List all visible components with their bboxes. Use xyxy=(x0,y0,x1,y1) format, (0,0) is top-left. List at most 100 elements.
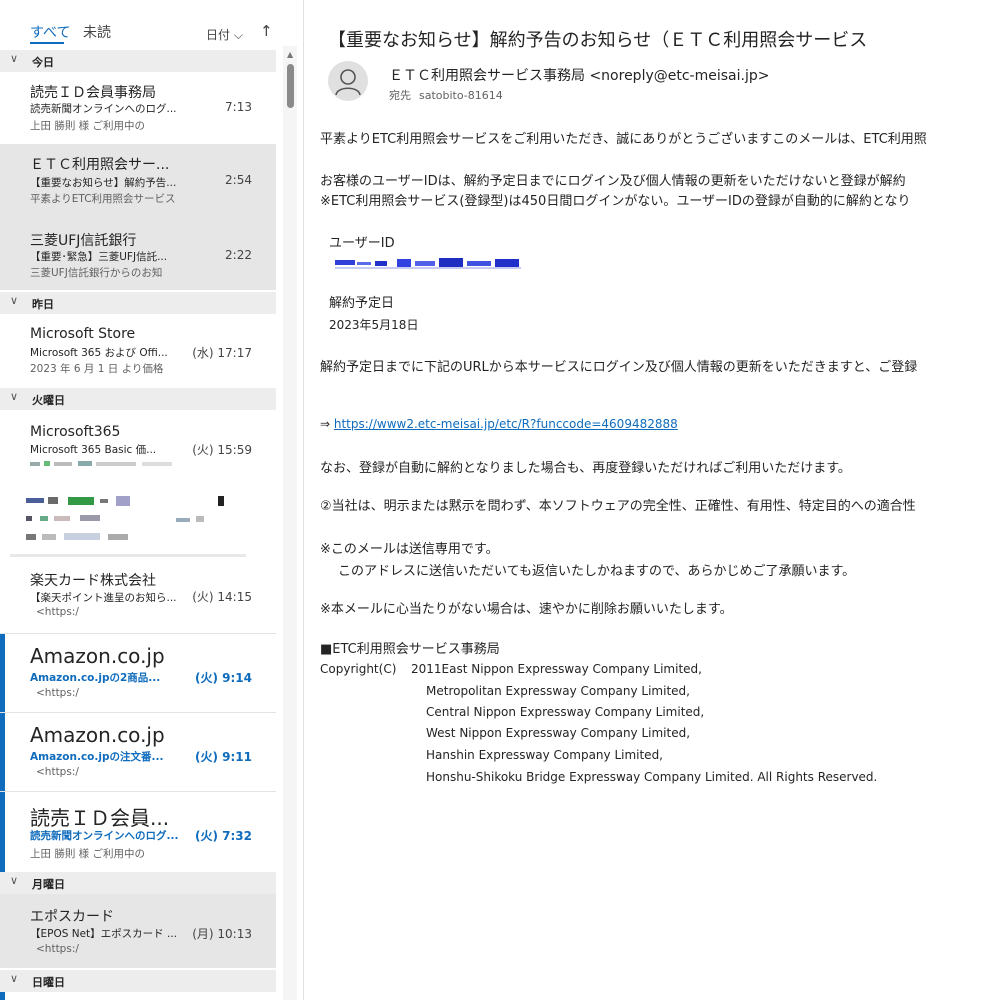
message-time: (火) 15:59 xyxy=(192,443,252,457)
message-sender: ＥＴＣ利用照会サー... xyxy=(30,157,170,173)
chevron-down-icon: ∨ xyxy=(10,52,19,65)
message-preview: 上田 勝則 様 ご利用中の xyxy=(30,848,146,860)
message-time: 2:22 xyxy=(225,248,252,262)
message-preview: <https:/ xyxy=(36,687,79,699)
message-item-unread[interactable]: Amazon.co.jp Amazon.co.jpの注文番... (火) 9:1… xyxy=(0,713,276,791)
body-paragraph: なお、登録が自動に解約となりました場合も、再度登録いただければご利用いただけます… xyxy=(320,461,851,476)
redacted-user-id xyxy=(335,258,521,269)
divider xyxy=(10,554,246,557)
message-item-selected[interactable]: ＥＴＣ利用照会サー... 【重要なお知らせ】解約予告... 2:54 平素よりE… xyxy=(0,144,276,218)
filter-bar: すべて 未読 日付 ⌵ ↑ xyxy=(0,0,283,46)
phishing-url-link[interactable]: https://www2.etc-meisai.jp/etc/R?funccod… xyxy=(334,417,678,431)
message-subject: 読売新聞オンラインへのログ... xyxy=(30,103,177,115)
message-sender: 三菱UFJ信託銀行 xyxy=(30,233,137,249)
message-item[interactable]: 楽天カード株式会社 【楽天ポイント進呈のお知ら... (火) 14:15 <ht… xyxy=(0,558,276,634)
group-label: 今日 xyxy=(32,56,54,69)
avatar-person-icon[interactable] xyxy=(328,61,368,101)
group-header-monday[interactable]: ∨ 月曜日 xyxy=(0,872,276,894)
message-sender: エポスカード xyxy=(30,909,114,925)
redacted-preview xyxy=(30,461,172,466)
group-header-yesterday[interactable]: ∨ 昨日 xyxy=(0,292,276,314)
group-label: 日曜日 xyxy=(32,976,65,989)
email-from[interactable]: ＥＴＣ利用照会サービス事務局 <noreply@etc-meisai.jp> xyxy=(389,65,769,85)
message-preview: <https:/ xyxy=(36,606,79,618)
message-subject: Amazon.co.jpの2商品... xyxy=(30,672,161,684)
group-label: 月曜日 xyxy=(32,878,65,891)
message-time: 2:54 xyxy=(225,173,252,187)
sort-arrow-icon[interactable]: ↑ xyxy=(260,22,273,40)
message-time: (水) 17:17 xyxy=(192,346,252,360)
office-name: ■ETC利用照会サービス事務局 xyxy=(320,642,500,657)
to-value[interactable]: satobito-81614 xyxy=(419,89,503,102)
message-preview: 三菱UFJ信託銀行からのお知 xyxy=(30,267,163,279)
message-item-unread[interactable]: 読売ＩＤ会員... 読売新聞オンラインへのログ... (火) 7:32 上田 勝… xyxy=(0,792,276,872)
message-preview: 上田 勝則 様 ご利用中の xyxy=(30,120,146,132)
message-time: (火) 7:32 xyxy=(195,829,252,843)
body-paragraph: このアドレスに送信いただいても返信いたしかねますので、あらかじめご了承願います。 xyxy=(338,564,856,579)
body-paragraph: ②当社は、明示または黙示を問わず、本ソフトウェアの完全性、正確性、有用性、特定目… xyxy=(320,499,916,514)
to-label: 宛先 xyxy=(389,89,411,102)
user-id-label: ユーザーID xyxy=(329,236,395,251)
copyright-label: Copyright(C) xyxy=(320,662,397,676)
message-preview: 平素よりETC利用照会サービス xyxy=(30,193,176,205)
message-time: 7:13 xyxy=(225,100,252,114)
message-subject: 【EPOS Net】エポスカード ... xyxy=(30,928,178,940)
group-label: 昨日 xyxy=(32,298,54,311)
message-item[interactable]: Microsoft Store Microsoft 365 および Offi..… xyxy=(0,314,276,386)
scroll-up-icon[interactable]: ▲ xyxy=(287,50,293,59)
message-list: ∨ 今日 読売ＩＤ会員事務局 読売新聞オンラインへのログ... 7:13 上田 … xyxy=(0,46,283,1000)
message-subject: 【重要･緊急】三菱UFJ信託... xyxy=(30,251,168,263)
message-preview: 2023 年 6 月 1 日 より価格 xyxy=(30,363,164,375)
copyright-line: Central Nippon Expressway Company Limite… xyxy=(426,705,705,719)
message-item[interactable]: Microsoft365 Microsoft 365 Basic 価... (火… xyxy=(0,410,276,480)
message-subject: Amazon.co.jpの注文番... xyxy=(30,751,164,763)
copyright-line: Hanshin Expressway Company Limited, xyxy=(426,748,663,762)
message-item[interactable] xyxy=(0,992,276,1000)
message-sender: Microsoft365 xyxy=(30,424,121,440)
message-item-selected[interactable]: 三菱UFJ信託銀行 【重要･緊急】三菱UFJ信託... 2:22 三菱UFJ信託… xyxy=(0,218,276,290)
scrollbar-thumb[interactable] xyxy=(287,64,294,108)
copyright-line: Honshu-Shikoku Bridge Expressway Company… xyxy=(426,770,878,784)
group-header-tuesday[interactable]: ∨ 火曜日 xyxy=(0,388,276,410)
message-time: (火) 9:11 xyxy=(195,750,252,764)
chevron-down-icon: ∨ xyxy=(10,874,19,887)
email-recipient-line: 宛先 satobito-81614 xyxy=(389,87,503,103)
message-preview: <https:/ xyxy=(36,766,79,778)
redacted-message-item[interactable] xyxy=(0,480,276,558)
message-subject: 読売新聞オンラインへのログ... xyxy=(30,830,179,842)
body-paragraph: ※ETC利用照会サービス(登録型)は450日間ログインがない。ユーザーIDの登録… xyxy=(320,194,911,209)
message-item[interactable]: 読売ＩＤ会員事務局 読売新聞オンラインへのログ... 7:13 上田 勝則 様 … xyxy=(0,72,276,144)
reading-pane: 【重要なお知らせ】解約予告のお知らせ（ＥＴＣ利用照会サービス ＥＴＣ利用照会サー… xyxy=(305,0,998,1000)
message-item-unread[interactable]: Amazon.co.jp Amazon.co.jpの2商品... (火) 9:1… xyxy=(0,634,276,712)
unread-indicator xyxy=(0,992,5,1000)
body-paragraph: 解約予定日までに下記のURLから本サービスにログイン及び個人情報の更新をいただき… xyxy=(320,360,918,375)
group-header-sunday[interactable]: ∨ 日曜日 xyxy=(0,970,276,992)
body-paragraph: ※このメールは送信専用です。 xyxy=(320,542,499,557)
tab-all-underline xyxy=(30,42,64,44)
tab-all[interactable]: すべて xyxy=(30,22,70,42)
redacted-content xyxy=(26,496,224,540)
cancellation-date-label: 解約予定日 xyxy=(329,296,395,311)
message-sender: 読売ＩＤ会員... xyxy=(30,806,170,830)
message-sender: Amazon.co.jp xyxy=(30,723,165,747)
body-paragraph: お客様のユーザーIDは、解約予定日までにログイン及び個人情報の更新をいただけない… xyxy=(320,174,906,189)
chevron-down-icon: ∨ xyxy=(10,390,19,403)
sort-by-date-button[interactable]: 日付 ⌵ xyxy=(206,26,243,43)
group-header-today[interactable]: ∨ 今日 xyxy=(0,50,276,72)
message-time: (火) 14:15 xyxy=(192,590,252,604)
message-subject: 【楽天ポイント進呈のお知ら... xyxy=(30,592,177,604)
chevron-down-icon: ∨ xyxy=(10,972,19,985)
body-paragraph: 平素よりETC利用照会サービスをご利用いただき、誠にありがとうございますこのメー… xyxy=(320,132,927,147)
tab-unread[interactable]: 未読 xyxy=(83,22,111,42)
email-subject: 【重要なお知らせ】解約予告のお知らせ（ＥＴＣ利用照会サービス xyxy=(328,30,868,51)
message-sender: Microsoft Store xyxy=(30,326,136,342)
message-time: (火) 9:14 xyxy=(195,671,252,685)
message-subject: Microsoft 365 Basic 価... xyxy=(30,444,157,456)
message-subject: 【重要なお知らせ】解約予告... xyxy=(30,177,177,189)
unread-indicator xyxy=(0,792,5,872)
message-sender: Amazon.co.jp xyxy=(30,644,165,668)
copyright-line: 2011East Nippon Expressway Company Limit… xyxy=(411,662,702,676)
message-item-selected[interactable]: エポスカード 【EPOS Net】エポスカード ... (月) 10:13 <h… xyxy=(0,894,276,968)
scrollbar-track[interactable] xyxy=(283,46,297,1000)
arrow-glyph: ⇒ xyxy=(320,417,334,431)
